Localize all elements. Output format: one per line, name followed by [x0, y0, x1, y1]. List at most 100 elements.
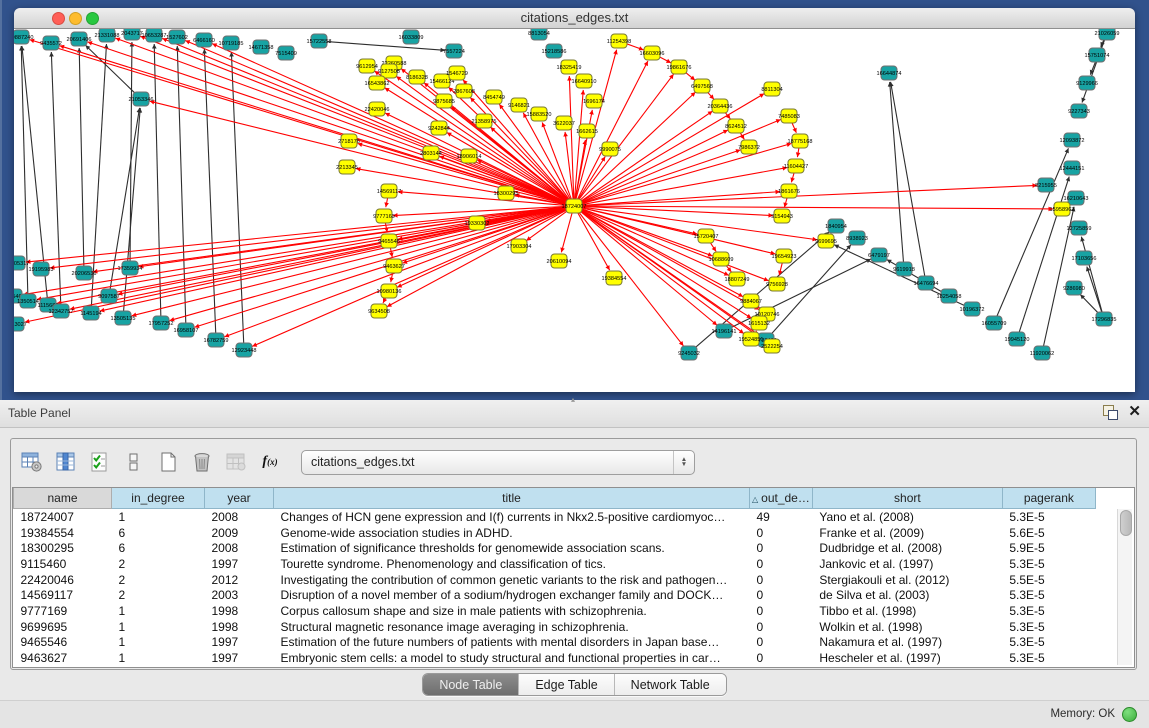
graph-node[interactable]: 9777169	[373, 209, 395, 223]
table-cell[interactable]: Structural magnetic resonance image aver…	[274, 619, 750, 635]
table-cell[interactable]: 2003	[205, 587, 274, 603]
table-cell[interactable]: 1	[112, 635, 205, 651]
graph-node[interactable]: 13505135	[111, 311, 136, 325]
table-cell[interactable]: 2008	[205, 509, 274, 525]
graph-node[interactable]: 16055709	[982, 316, 1007, 330]
graph-node[interactable]: 9465546	[378, 234, 400, 248]
graph-node[interactable]: 16782759	[204, 333, 229, 347]
column-header-title[interactable]: title	[274, 488, 750, 509]
graph-node[interactable]: 3622037	[553, 116, 575, 130]
graph-node[interactable]: 1861676	[778, 184, 800, 198]
graph-node[interactable]: 9245032	[678, 346, 700, 360]
graph-node[interactable]: 1696174	[583, 94, 605, 108]
table-cell[interactable]: 5.3E-5	[1002, 509, 1095, 525]
graph-node[interactable]: 10688609	[709, 252, 734, 266]
table-cell[interactable]: 5.9E-5	[1002, 540, 1095, 556]
table-cell[interactable]: 1997	[205, 650, 274, 666]
graph-node[interactable]: 12923448	[232, 343, 257, 357]
table-cell[interactable]: Estimation of the future numbers of pati…	[274, 635, 750, 651]
graph-node[interactable]: 16644874	[877, 66, 902, 80]
graph-node[interactable]: 17296835	[1092, 312, 1117, 326]
table-cell[interactable]: Disruption of a novel member of a sodium…	[274, 587, 750, 603]
graph-node[interactable]: 17103656	[1072, 251, 1097, 265]
panel-resize-handle[interactable]: ▴	[566, 397, 580, 402]
table-cell[interactable]: Yano et al. (2008)	[812, 509, 1002, 525]
graph-node[interactable]: 20364436	[708, 99, 733, 113]
table-cell[interactable]: 1	[112, 603, 205, 619]
network-canvas[interactable]: 1988724094355722069140621331088204371710…	[14, 29, 1135, 392]
graph-node[interactable]: 1662615	[576, 124, 598, 138]
graph-node[interactable]: 10653287	[142, 29, 167, 42]
graph-node[interactable]: 6466160	[193, 33, 215, 47]
graph-node[interactable]: 8186328	[406, 70, 428, 84]
graph-node[interactable]: 12444151	[1060, 161, 1085, 175]
graph-node[interactable]: 14671358	[249, 40, 274, 54]
graph-node[interactable]: 9097587	[98, 289, 120, 303]
table-row[interactable]: 977716911998Corpus callosum shape and si…	[14, 603, 1096, 619]
table-cell[interactable]: Investigating the contribution of common…	[274, 572, 750, 588]
graph-node[interactable]: 9756928	[766, 277, 788, 291]
table-cell[interactable]: Corpus callosum shape and size in male p…	[274, 603, 750, 619]
table-cell[interactable]: 6	[112, 525, 205, 541]
table-cell[interactable]: Tourette syndrome. Phenomenology and cla…	[274, 556, 750, 572]
table-cell[interactable]: 9115460	[14, 556, 112, 572]
graph-node[interactable]: 15720407	[694, 229, 719, 243]
table-cell[interactable]: 5.3E-5	[1002, 635, 1095, 651]
close-panel-icon[interactable]: ✕	[1128, 404, 1141, 420]
graph-node[interactable]: 20691406	[67, 32, 92, 46]
table-cell[interactable]: 1997	[205, 635, 274, 651]
graph-node[interactable]: 7515409	[275, 46, 297, 60]
table-cell[interactable]: 1997	[205, 556, 274, 572]
graph-node[interactable]: 9875685	[433, 94, 455, 108]
graph-node[interactable]: 9227343	[1068, 104, 1090, 118]
graph-node[interactable]: 2043717	[121, 29, 143, 40]
column-header-name[interactable]: name	[14, 488, 112, 509]
column-header-out_de[interactable]: △out_de…	[750, 488, 813, 509]
table-cell[interactable]: Embryonic stem cells: a model to study s…	[274, 650, 750, 666]
graph-node[interactable]: 17903304	[507, 239, 532, 253]
graph-node[interactable]: 3913027	[14, 317, 27, 331]
column-header-short[interactable]: short	[812, 488, 1002, 509]
table-column-icon[interactable]	[55, 451, 77, 473]
attribute-table[interactable]: namein_degreeyeartitle△out_de…shortpager…	[12, 487, 1135, 668]
table-cell[interactable]: 0	[750, 587, 813, 603]
combo-spinner-icon[interactable]: ▲▼	[673, 451, 694, 474]
float-panel-icon[interactable]	[1102, 404, 1118, 420]
graph-node[interactable]: 9619918	[893, 262, 915, 276]
graph-node[interactable]: 8938923	[846, 231, 868, 245]
graph-node[interactable]: 9146821	[508, 98, 530, 112]
table-cell[interactable]: 5.3E-5	[1002, 603, 1095, 619]
table-row[interactable]: 1456911722003Disruption of a novel membe…	[14, 587, 1096, 603]
graph-node[interactable]: 16640910	[572, 74, 597, 88]
graph-node[interactable]: 18906014	[457, 149, 482, 163]
graph-node[interactable]: 21026059	[1095, 29, 1120, 40]
table-cell[interactable]: 9465546	[14, 635, 112, 651]
scrollbar-thumb[interactable]	[1120, 510, 1132, 536]
graph-node[interactable]: 15883520	[527, 107, 552, 121]
graph-node[interactable]: 9634508	[368, 304, 390, 318]
new-table-icon[interactable]	[157, 451, 179, 473]
table-cell[interactable]: 18300295	[14, 540, 112, 556]
table-cell[interactable]: Jankovic et al. (1997)	[812, 556, 1002, 572]
graph-node[interactable]: 7986372	[738, 140, 760, 154]
table-cell[interactable]: 9777169	[14, 603, 112, 619]
table-cell[interactable]: 0	[750, 525, 813, 541]
graph-node[interactable]: 8454749	[483, 90, 505, 104]
table-cell[interactable]: 0	[750, 603, 813, 619]
delete-table-icon[interactable]	[191, 451, 213, 473]
graph-node[interactable]: 19384554	[602, 271, 627, 285]
table-settings-icon[interactable]	[21, 451, 43, 473]
table-cell[interactable]: 5.5E-5	[1002, 572, 1095, 588]
graph-node[interactable]: 19945120	[1005, 332, 1030, 346]
table-panel-header[interactable]: ▴ Table Panel ✕	[0, 400, 1149, 428]
graph-node[interactable]: 14196141	[712, 324, 737, 338]
table-cell[interactable]: Genome-wide association studies in ADHD.	[274, 525, 750, 541]
graph-node[interactable]: 9435572	[40, 36, 62, 50]
graph-node[interactable]: 11920062	[1030, 346, 1054, 360]
graph-node[interactable]: 19195983	[29, 262, 54, 276]
table-cell[interactable]: 9699695	[14, 619, 112, 635]
graph-node[interactable]: 8215955	[1035, 178, 1057, 192]
table-row[interactable]: 911546021997Tourette syndrome. Phenomeno…	[14, 556, 1096, 572]
graph-node[interactable]: 6497568	[691, 79, 713, 93]
table-cell[interactable]: 0	[750, 540, 813, 556]
